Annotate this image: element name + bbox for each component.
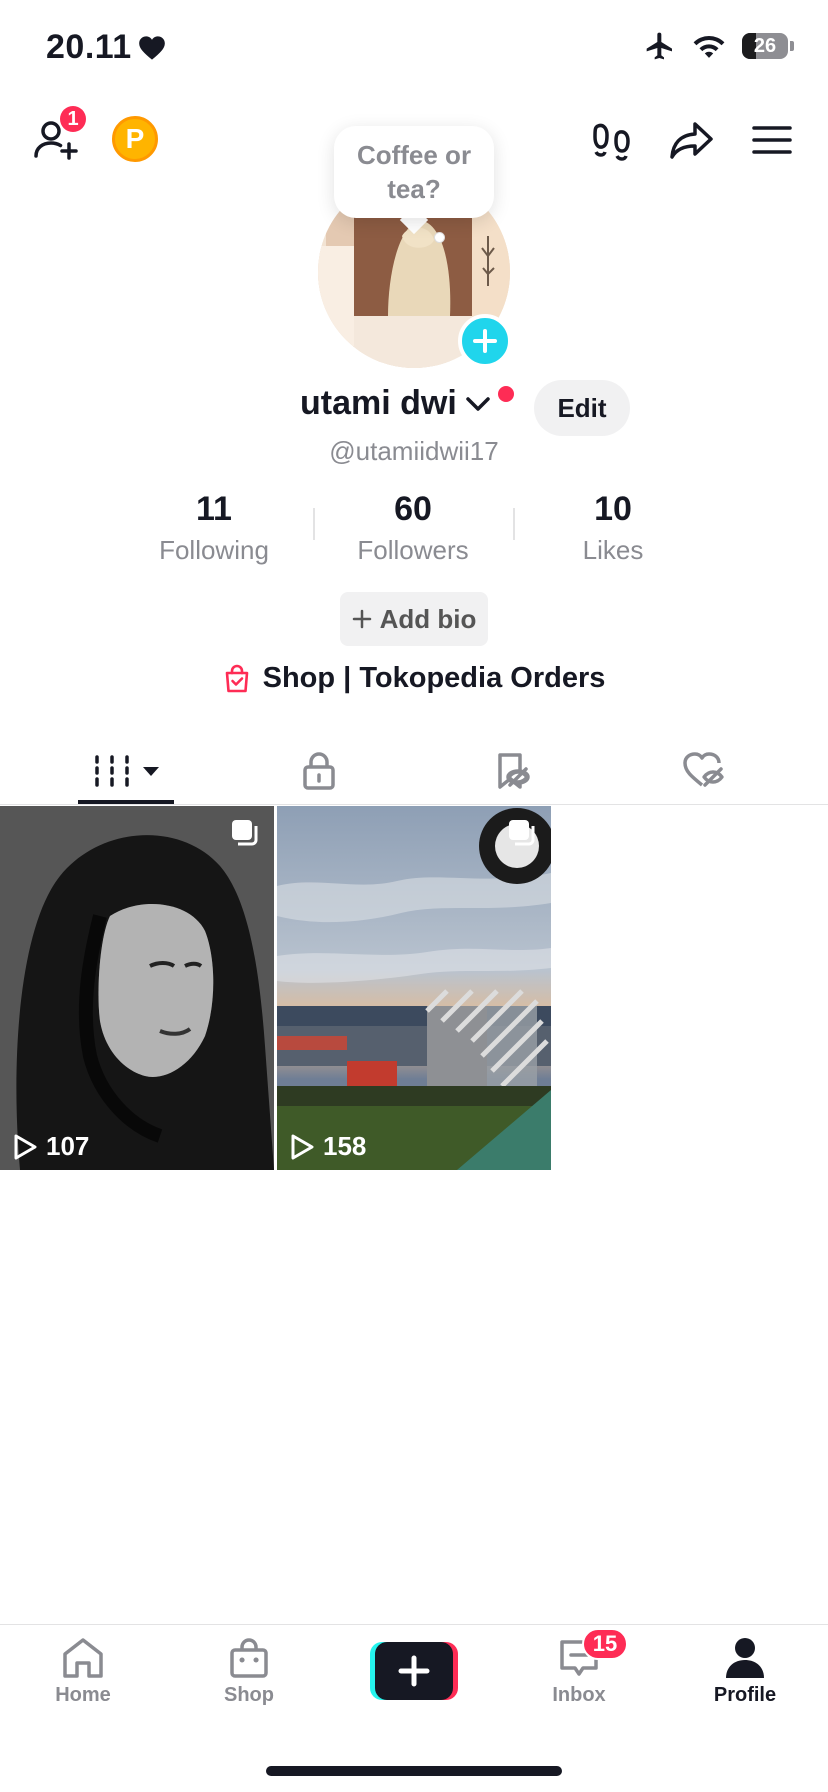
add-bio-label: Add bio (379, 603, 477, 634)
edit-profile-button[interactable]: Edit (534, 380, 630, 436)
notification-dot (498, 386, 514, 402)
menu-button[interactable] (744, 112, 800, 168)
view-count-value: 107 (46, 1131, 90, 1161)
video-thumbnail[interactable]: 158 (277, 806, 551, 1170)
shop-orders-link[interactable]: Shop | Tokopedia Orders (0, 662, 828, 695)
add-bio-button[interactable]: Add bio (340, 592, 488, 646)
home-indicator (266, 1766, 562, 1776)
stat-value: 10 (594, 490, 632, 528)
note-dot (434, 232, 445, 243)
status-time-text: 20.11 (46, 28, 132, 66)
footprints-icon (593, 123, 630, 161)
view-count: 107 (12, 1131, 89, 1162)
multi-photo-icon (230, 818, 260, 853)
avatar-add-button[interactable] (458, 314, 512, 368)
video-grid-icon (94, 755, 129, 787)
nav-shop[interactable]: Shop (166, 1636, 332, 1718)
display-name: utami dwi (300, 384, 457, 422)
play-icon (291, 1134, 314, 1159)
nav-profile[interactable]: Profile (662, 1636, 828, 1718)
avatar-note-bubble[interactable]: Coffee or tea? (334, 126, 494, 218)
nav-shop-label: Shop (224, 1684, 274, 1706)
share-profile-button[interactable] (664, 112, 720, 168)
home-icon (63, 1638, 103, 1678)
status-indicators: 26 (644, 30, 794, 62)
create-button[interactable] (370, 1642, 458, 1700)
plus-icon (473, 329, 497, 353)
video-thumbnail-image (277, 806, 551, 1170)
stat-likes[interactable]: 10 Likes (523, 490, 703, 566)
stat-value: 11 (196, 490, 232, 528)
inbox-badge: 15 (582, 1628, 628, 1660)
stat-label: Likes (582, 535, 644, 565)
avatar-note-text: Coffee or tea? (356, 140, 472, 204)
nav-inbox[interactable]: Inbox (496, 1636, 662, 1718)
bookmark-hidden-icon (497, 753, 530, 789)
nav-home[interactable]: Home (0, 1636, 166, 1718)
account-switcher[interactable]: utami dwi (300, 384, 491, 423)
add-friend-badge: 1 (60, 106, 86, 132)
video-thumbnail-image (0, 806, 274, 1170)
stat-label: Following (159, 535, 269, 565)
shopping-bag-icon (230, 1638, 268, 1678)
video-thumbnail[interactable]: 107 (0, 806, 274, 1170)
lock-icon (302, 752, 335, 790)
stat-divider (513, 508, 515, 540)
battery-indicator: 26 (742, 33, 794, 59)
play-icon (14, 1134, 37, 1159)
points-coin-button[interactable]: P (112, 116, 158, 162)
bottom-nav-divider (0, 1624, 828, 1625)
view-count: 158 (289, 1131, 366, 1162)
caret-down-icon (142, 767, 159, 776)
tab-videos[interactable] (22, 736, 229, 806)
profile-person-icon (726, 1638, 764, 1678)
wifi-icon (693, 35, 725, 58)
create-plus-icon (370, 1642, 458, 1700)
heart-hidden-icon (682, 752, 724, 787)
battery-level: 26 (753, 34, 777, 57)
stat-followers[interactable]: 60 Followers (323, 490, 503, 566)
multi-photo-icon (507, 818, 537, 853)
share-arrow-icon (670, 122, 713, 159)
tab-saved[interactable] (408, 736, 615, 806)
hamburger-menu-icon (752, 126, 792, 154)
tab-liked[interactable] (600, 736, 807, 806)
stat-divider (313, 508, 315, 540)
plus-icon (352, 609, 371, 629)
stat-value: 60 (394, 490, 432, 528)
points-coin-icon: P (125, 123, 145, 154)
stat-label: Followers (357, 535, 469, 565)
airplane-mode-icon (646, 32, 672, 60)
stat-following[interactable]: 11 Following (124, 490, 304, 566)
username-handle: @utamiidwii17 (329, 436, 499, 466)
nav-profile-label: Profile (713, 1684, 777, 1706)
tab-private[interactable] (215, 736, 422, 806)
shopping-bag-icon (225, 664, 248, 692)
status-time: 20.11 (46, 28, 166, 67)
nav-inbox-label: Inbox (552, 1684, 606, 1706)
nav-home-label: Home (55, 1684, 111, 1706)
footprints-button[interactable] (584, 112, 640, 168)
heart-icon (138, 35, 165, 60)
battery-body: 26 (742, 33, 788, 59)
tabs-divider (0, 804, 828, 805)
shop-orders-label: Shop | Tokopedia Orders (262, 662, 606, 694)
chevron-down-icon (466, 396, 490, 411)
view-count-value: 158 (323, 1131, 367, 1161)
